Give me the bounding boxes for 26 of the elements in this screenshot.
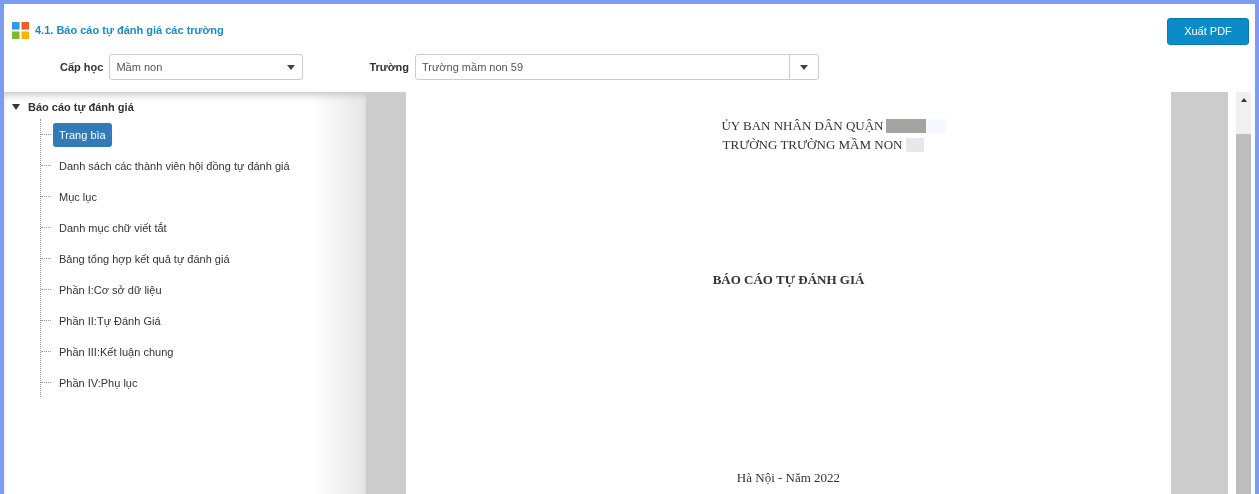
document-heading-line: TRƯỜNG TRƯỜNG MẦM NON (722, 136, 903, 154)
dropdown-field[interactable]: Trường mầm non 59 (415, 54, 820, 80)
caret-icon (800, 64, 809, 70)
document-title: BÁO CÁO TỰ ĐÁNH GIÁ (712, 272, 865, 288)
tree-item[interactable]: Phần II:Tự Đánh Giá (53, 308, 167, 333)
tree-item[interactable]: Trang bìa (53, 122, 112, 147)
expand-toggle-icon[interactable] (12, 104, 20, 110)
field-label: Trường (369, 61, 410, 73)
dropdown-field[interactable]: Mầm non (109, 54, 304, 80)
tree-item[interactable]: Danh mục chữ viết tắt (53, 215, 173, 240)
tree-item[interactable]: Danh sách các thành viên hội đồng tự đánh giá (53, 153, 296, 178)
tree-item[interactable]: Mục lục (53, 184, 103, 209)
tree-item[interactable]: Bảng tổng hợp kết quả tự đánh giá (53, 246, 236, 271)
export-pdf-button[interactable]: Xuất PDF (1167, 17, 1249, 45)
tree-item[interactable]: Phần IV:Phụ lục (53, 370, 144, 395)
page-title: 4.1. Báo cáo tự đánh giá các trường (35, 24, 224, 36)
tree-item[interactable]: Phần III:Kết luận chung (53, 339, 180, 364)
scroll-up-arrow-icon[interactable] (1240, 98, 1247, 102)
caret-icon (287, 64, 296, 70)
grid-logo-icon (12, 21, 29, 39)
scrollbar[interactable] (1236, 92, 1251, 494)
tree-item[interactable]: Phần I:Cơ sở dữ liệu (53, 277, 168, 302)
field-label: Cấp học (60, 61, 104, 73)
document-footer: Hà Nội - Năm 2022 (736, 470, 841, 486)
tree-node[interactable]: Báo cáo tự đánh giá (12, 99, 134, 115)
document-heading-line: ỦY BAN NHÂN DÂN QUẬN (721, 117, 884, 135)
